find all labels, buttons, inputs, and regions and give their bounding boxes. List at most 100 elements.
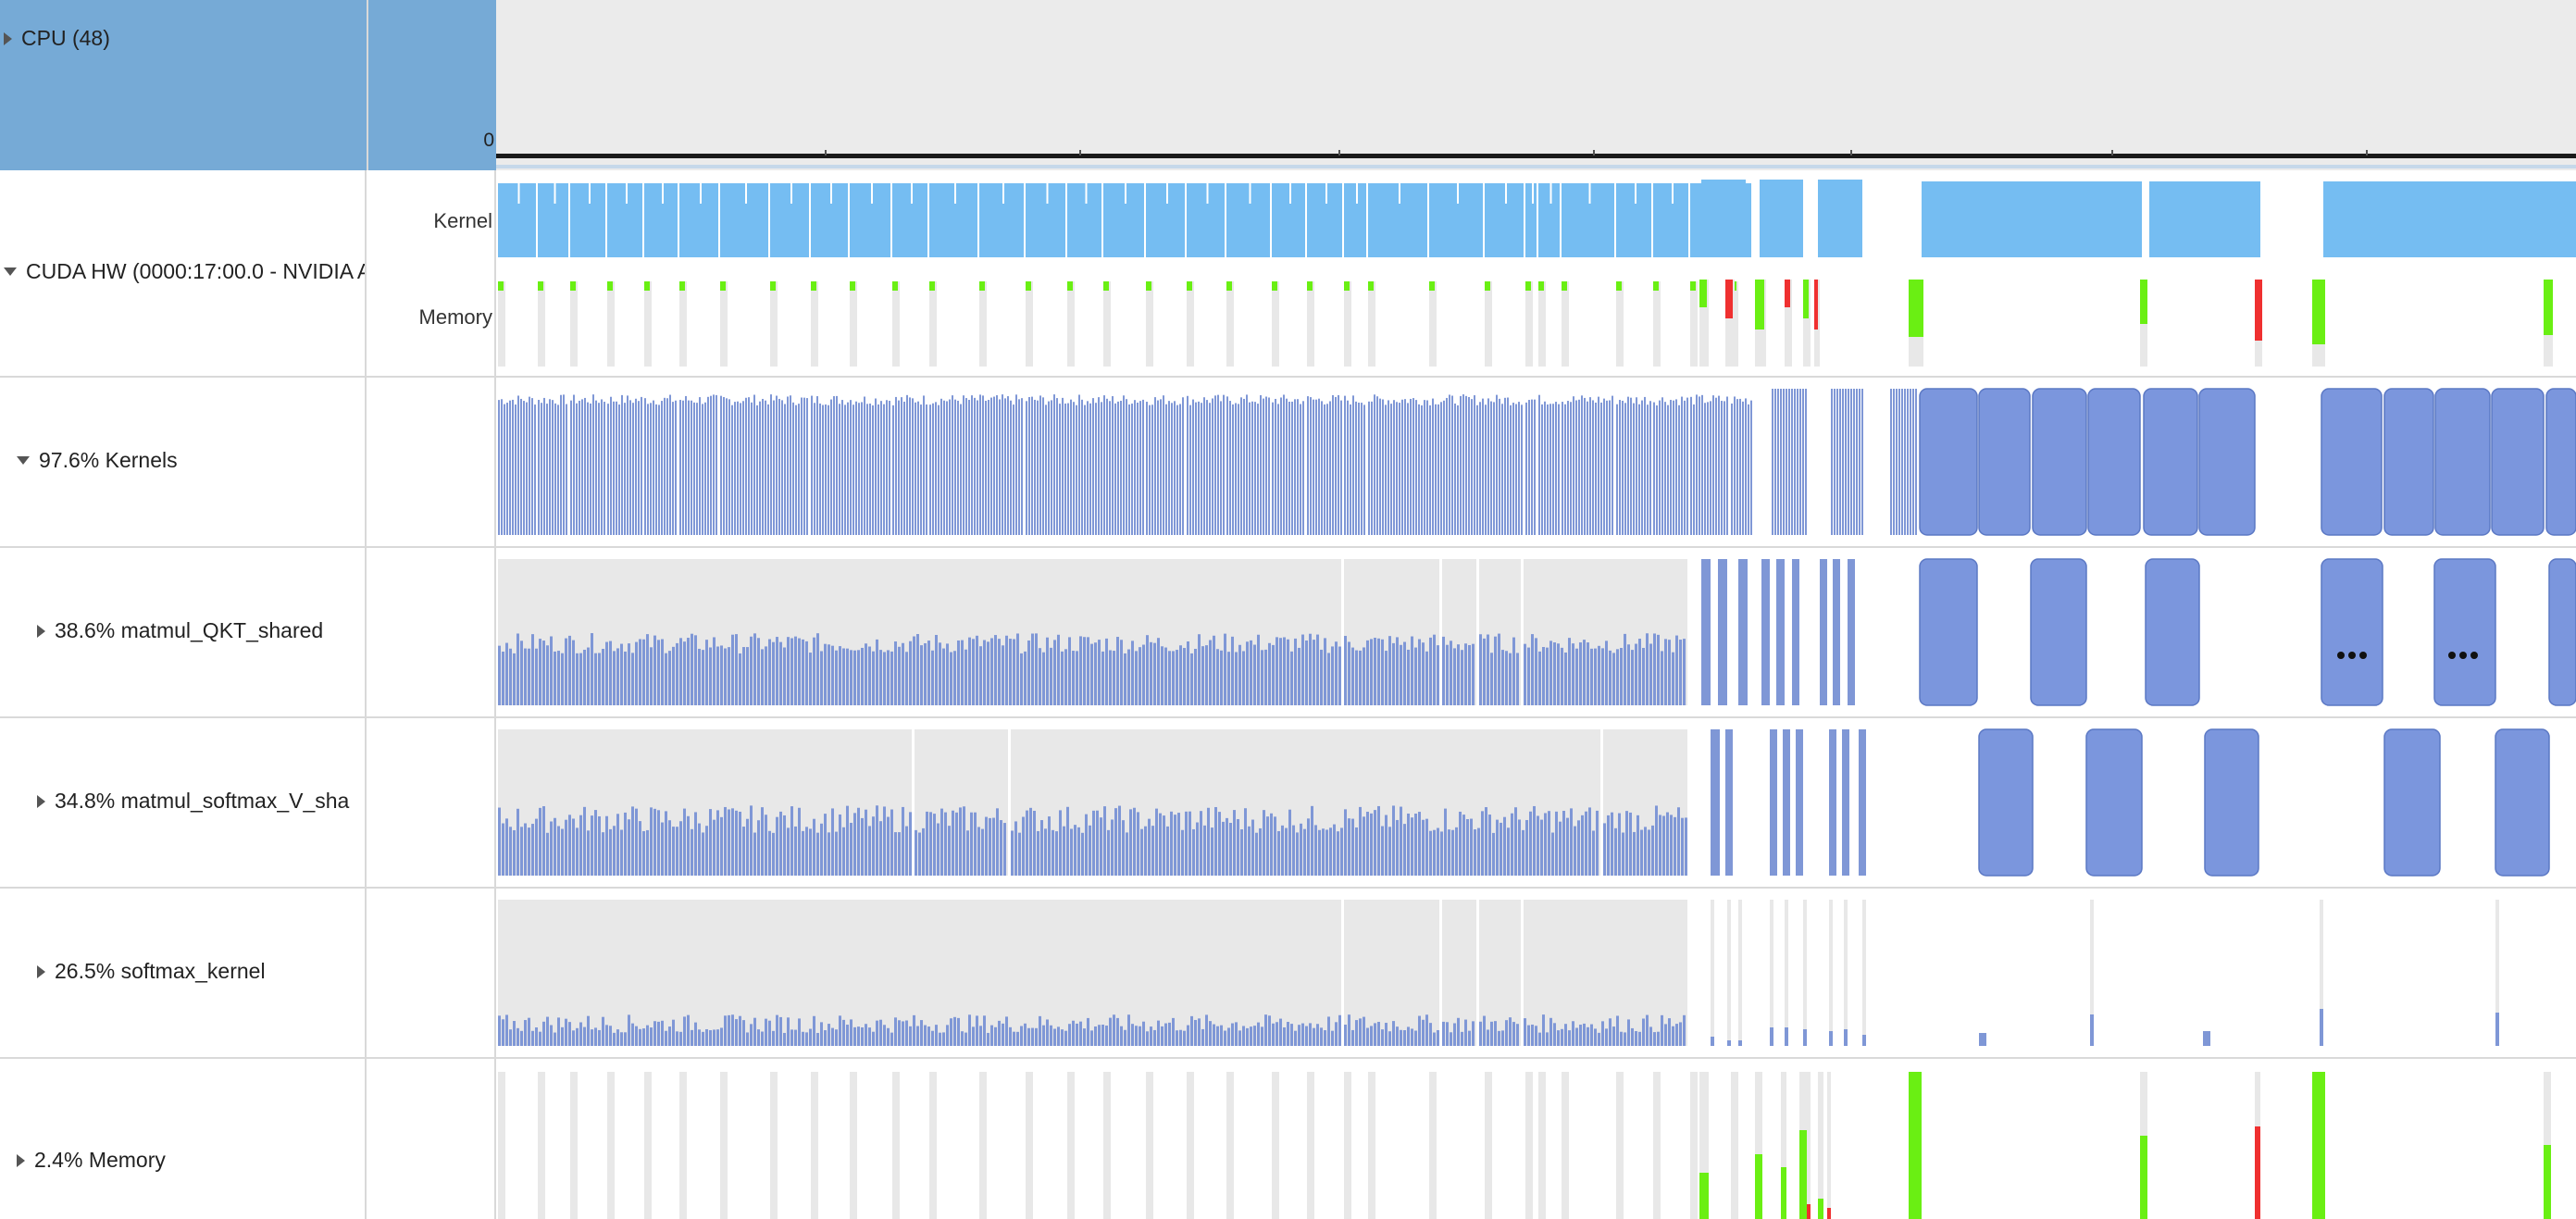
matmul-qkt-track[interactable] [496,548,2576,716]
cpu-row[interactable]: CPU (48) 0 [0,0,2576,170]
kernel-bar [1283,394,1285,535]
softmax-bar [665,1030,667,1046]
qkt-bar [846,648,849,705]
kernel-bar [1573,396,1574,535]
expand-triangle-icon[interactable] [37,964,45,978]
softmax-bar [987,1032,989,1046]
msv-bar [865,809,867,876]
softmax-bar [1131,1024,1134,1046]
msv-bar [739,811,741,876]
cuda-hw-row[interactable]: CUDA HW (0000:17:00.0 - NVIDIA A Kernel … [0,170,2576,378]
qkt-bar [1279,638,1282,705]
softmax-bar [661,1020,664,1046]
msv-bar [635,808,638,876]
msv-bar [1300,823,1302,876]
kernels-header[interactable]: 97.6% Kernels [0,378,367,546]
softmax-kernel-track[interactable] [496,889,2576,1057]
msv-bar [520,827,523,876]
softmax-bar [1305,1026,1308,1046]
softmax-bar [1005,1016,1008,1046]
kernel-bar [1249,402,1251,535]
qkt-bar [698,648,701,705]
msv-bar [828,832,830,876]
softmax-kernel-header[interactable]: 26.5% softmax_kernel [0,889,367,1057]
kernel-bar [1734,396,1736,535]
softmax-kernel-row[interactable]: 26.5% softmax_kernel [0,889,2576,1059]
cuda-hw-header[interactable]: CUDA HW (0000:17:00.0 - NVIDIA A [0,170,367,376]
memory-row[interactable]: 2.4% Memory [0,1059,2576,1219]
msv-bar [1662,815,1665,876]
msv-bar [1481,811,1484,876]
kernel-bar [552,400,554,535]
msv-bar [1644,827,1647,876]
kernel-bar [1347,400,1349,535]
expand-triangle-icon[interactable] [4,31,12,45]
softmax-bar [805,1032,808,1046]
softmax-bar [1612,1026,1615,1046]
qkt-bar [1612,653,1615,705]
memory-transfer [498,281,504,291]
msv-bar [1077,827,1080,876]
cuda-hw-track[interactable] [496,170,2576,376]
qkt-bar [990,638,993,705]
matmul-softmax-row[interactable]: 34.8% matmul_softmax_V_sha [0,718,2576,889]
softmax-bar [809,1028,812,1046]
qkt-bar [1024,651,1027,705]
qkt-bar [1320,649,1323,705]
kernel-bar [723,397,725,535]
kernel-bar [790,395,791,535]
kernel-gap [1672,183,1674,204]
softmax-bar [772,1030,775,1046]
softmax-bar [1013,1031,1015,1046]
memory-track[interactable] [496,1059,2576,1219]
kernel-bar [1246,394,1248,535]
softmax-bar [1016,1031,1019,1046]
softmax-bar [594,1027,597,1046]
qkt-bar [1238,644,1241,705]
kernels-row[interactable]: 97.6% Kernels [0,378,2576,548]
cpu-header[interactable]: CPU (48) 0 [0,0,496,170]
kernel-bar [1112,396,1114,535]
softmax-bar [1316,1024,1319,1046]
expand-triangle-icon[interactable] [37,794,45,808]
qkt-bar [572,640,575,705]
softmax-bar [1309,1023,1312,1046]
msv-bar [628,819,630,876]
msv-bar [668,820,671,876]
softmax-bar [1366,1027,1369,1046]
expand-triangle-icon[interactable] [17,1153,25,1167]
msv-bar [839,814,841,876]
collapse-triangle-icon[interactable] [4,267,17,276]
memory-header[interactable]: 2.4% Memory [0,1059,367,1219]
msv-bar [576,827,579,876]
kernel-bar [1013,404,1014,535]
kernel-gap [1635,183,1636,204]
kernel-bar [1718,395,1720,535]
softmax-bar [1002,1023,1004,1046]
qkt-bar [587,647,590,705]
softmax-bar [905,1020,908,1046]
expand-triangle-icon[interactable] [37,624,45,638]
qkt-bar [931,650,934,705]
msv-bar [798,807,801,876]
msv-bar [1333,824,1336,876]
qkt-bar [502,652,504,705]
softmax-bar [1418,1015,1421,1046]
memory-transfer [1067,281,1073,291]
qkt-bar [646,634,649,705]
matmul-softmax-track[interactable] [496,718,2576,887]
softmax-bar [672,1019,675,1046]
cpu-usage-track[interactable] [496,0,2576,170]
qkt-bar [1638,639,1641,705]
msv-bar [1081,832,1084,876]
msv-bar [1614,827,1617,876]
msv-bar [1337,831,1339,876]
kernel-bar [844,404,846,535]
kernels-track[interactable] [496,378,2576,546]
kernel-bar [778,398,780,535]
memory-slot [1653,1072,1661,1219]
matmul-qkt-header[interactable]: 38.6% matmul_QKT_shared [0,548,367,716]
collapse-triangle-icon[interactable] [17,456,30,465]
matmul-softmax-header[interactable]: 34.8% matmul_softmax_V_sha [0,718,367,887]
matmul-qkt-row[interactable]: 38.6% matmul_QKT_shared [0,548,2576,718]
